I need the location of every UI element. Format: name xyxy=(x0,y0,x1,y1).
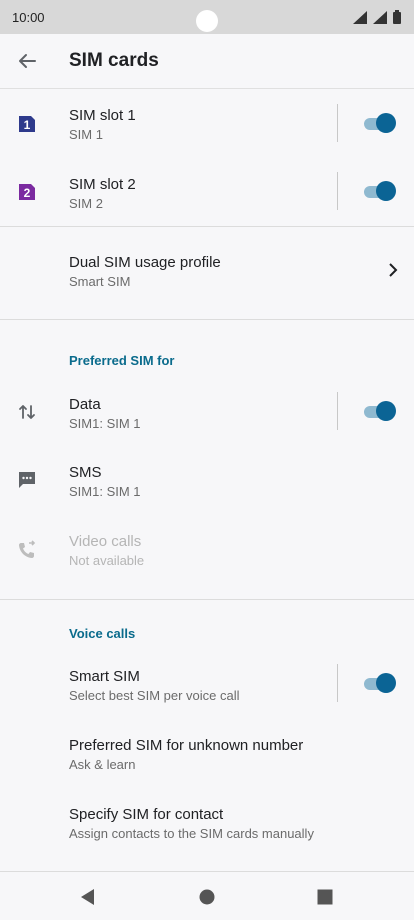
unknown-number-row[interactable]: Preferred SIM for unknown number Ask & l… xyxy=(0,718,414,786)
phone-forward-icon xyxy=(19,540,36,558)
smart-sim-row[interactable]: Smart SIM Select best SIM per voice call xyxy=(0,650,414,718)
sim-slot-1-toggle[interactable] xyxy=(364,112,396,134)
camera-cutout xyxy=(196,10,218,32)
sim-slot-2-subtitle: SIM 2 xyxy=(69,196,103,211)
section-heading-preferred: Preferred SIM for xyxy=(69,353,175,368)
battery-icon xyxy=(393,10,401,24)
status-time: 10:00 xyxy=(12,9,45,25)
smart-sim-toggle[interactable] xyxy=(364,672,396,694)
unknown-number-title: Preferred SIM for unknown number xyxy=(69,737,304,754)
sim-slot-2-toggle[interactable] xyxy=(364,180,396,202)
section-divider xyxy=(0,599,414,600)
dual-sim-profile-row[interactable]: Dual SIM usage profile Smart SIM xyxy=(0,227,414,319)
message-icon xyxy=(19,472,35,488)
smart-sim-title: Smart SIM xyxy=(69,668,140,685)
sms-row[interactable]: SMS SIM1: SIM 1 xyxy=(0,446,414,514)
back-button[interactable] xyxy=(13,47,41,75)
section-heading-voice: Voice calls xyxy=(69,626,136,641)
specify-sim-subtitle: Assign contacts to the SIM cards manuall… xyxy=(69,826,314,841)
section-divider xyxy=(0,319,414,320)
video-calls-title: Video calls xyxy=(69,533,142,550)
sms-subtitle: SIM1: SIM 1 xyxy=(69,484,141,499)
video-calls-row: Video calls Not available xyxy=(0,514,414,599)
swap-vertical-icon xyxy=(19,405,35,419)
data-row[interactable]: Data SIM1: SIM 1 xyxy=(0,378,414,446)
smart-sim-subtitle: Select best SIM per voice call xyxy=(69,688,240,703)
sim-2-icon: 2 xyxy=(19,184,35,200)
chevron-right-icon xyxy=(389,263,398,277)
data-subtitle: SIM1: SIM 1 xyxy=(69,416,141,431)
cell-signal-icon xyxy=(373,10,387,24)
arrow-back-icon xyxy=(19,54,36,68)
sim-slot-2-title: SIM slot 2 xyxy=(69,176,136,193)
unknown-number-subtitle: Ask & learn xyxy=(69,757,136,772)
dual-sim-title: Dual SIM usage profile xyxy=(69,254,221,271)
sim-slot-2-row[interactable]: 2 SIM slot 2 SIM 2 xyxy=(0,158,414,226)
sim-slot-1-subtitle: SIM 1 xyxy=(69,127,103,142)
nav-recents-button[interactable] xyxy=(316,888,334,906)
divider xyxy=(337,664,338,702)
divider xyxy=(337,392,338,430)
data-title: Data xyxy=(69,396,101,413)
wifi-signal-icon xyxy=(353,10,367,24)
app-bar: SIM cards xyxy=(0,34,414,89)
sms-title: SMS xyxy=(69,464,102,481)
data-toggle[interactable] xyxy=(364,400,396,422)
nav-back-button[interactable] xyxy=(79,888,97,906)
dual-sim-subtitle: Smart SIM xyxy=(69,274,131,289)
video-calls-subtitle: Not available xyxy=(69,553,145,568)
divider xyxy=(337,104,338,142)
nav-home-button[interactable] xyxy=(198,888,216,906)
specify-sim-title: Specify SIM for contact xyxy=(69,806,224,823)
sim-slot-1-row[interactable]: 1 SIM slot 1 SIM 1 xyxy=(0,90,414,158)
sim-slot-1-title: SIM slot 1 xyxy=(69,107,136,124)
svg-text:1: 1 xyxy=(24,118,31,132)
status-icons xyxy=(353,10,401,24)
svg-text:2: 2 xyxy=(24,186,31,200)
specify-sim-contact-row[interactable]: Specify SIM for contact Assign contacts … xyxy=(0,786,414,854)
system-nav-bar xyxy=(0,872,414,920)
divider xyxy=(337,172,338,210)
sim-1-icon: 1 xyxy=(19,116,35,132)
page-title: SIM cards xyxy=(69,50,159,71)
